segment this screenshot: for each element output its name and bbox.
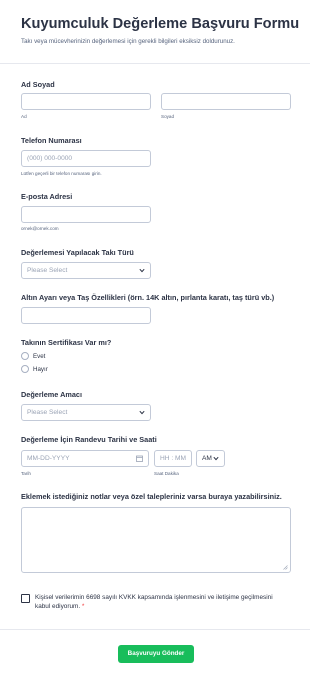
form-title: Kuyumculuk Değerleme Başvuru Formu [21, 16, 300, 32]
date-input[interactable]: MM-DD-YYYY [21, 450, 149, 467]
certificate-option-no[interactable]: Hayır [21, 365, 48, 373]
ampm-select[interactable]: AM [196, 450, 225, 467]
submit-button[interactable]: Başvuruyu Gönder [118, 645, 194, 663]
required-mark: * [81, 603, 85, 610]
last-name-input[interactable] [161, 93, 291, 110]
gold-details-label: Altın Ayarı veya Taş Özellikleri (örn. 1… [21, 293, 275, 302]
phone-label: Telefon Numarası [21, 136, 82, 145]
certificate-label: Takının Sertifikası Var mı? [21, 338, 112, 347]
radio-no[interactable] [21, 365, 29, 373]
radio-yes-label: Evet [33, 352, 46, 360]
purpose-select[interactable]: Please Select [21, 404, 151, 421]
email-input[interactable] [21, 206, 151, 223]
jewelry-type-selected: Please Select [27, 267, 68, 274]
chevron-down-icon [139, 268, 145, 273]
phone-input[interactable]: (000) 000-0000 [21, 150, 151, 167]
time-input[interactable]: HH : MM [154, 450, 192, 467]
certificate-option-yes[interactable]: Evet [21, 352, 45, 360]
consent-label: Kişisel verilerimin 6698 sayılı KVKK kap… [35, 594, 273, 610]
resize-handle-icon[interactable] [283, 565, 288, 570]
footer-divider [0, 629, 310, 630]
radio-no-label: Hayır [33, 365, 48, 373]
chevron-down-icon [139, 410, 145, 415]
first-name-input[interactable] [21, 93, 151, 110]
notes-label: Eklemek istediğiniz notlar veya özel tal… [21, 492, 282, 501]
first-name-sublabel: Ad [21, 114, 27, 119]
purpose-label: Değerleme Amacı [21, 390, 82, 399]
phone-hint: Lütfen geçerli bir telefon numarası giri… [21, 171, 102, 176]
purpose-selected: Please Select [27, 409, 68, 416]
last-name-sublabel: Soyad [161, 114, 175, 119]
jewelry-type-select[interactable]: Please Select [21, 262, 151, 279]
calendar-icon[interactable] [136, 455, 143, 462]
chevron-down-icon [213, 456, 219, 461]
form-header: Kuyumculuk Değerleme Başvuru Formu Takı … [0, 0, 310, 64]
name-label: Ad Soyad [21, 80, 55, 89]
form-subtitle: Takı veya mücevherinizin değerlemesi içi… [21, 38, 235, 45]
gold-details-input[interactable] [21, 307, 151, 324]
appointment-label: Değerleme İçin Randevu Tarihi ve Saati [21, 435, 157, 444]
date-sublabel: Tarih [21, 471, 31, 476]
time-sublabel: Saat Dakika [154, 471, 179, 476]
date-placeholder: MM-DD-YYYY [27, 455, 70, 462]
ampm-selected: AM [202, 455, 212, 462]
notes-textarea[interactable] [21, 507, 291, 573]
radio-yes[interactable] [21, 352, 29, 360]
jewelry-type-label: Değerlemesi Yapılacak Takı Türü [21, 248, 134, 257]
email-hint: ornek@ornek.com [21, 226, 59, 231]
email-label: E-posta Adresi [21, 192, 73, 201]
consent-text: Kişisel verilerimin 6698 sayılı KVKK kap… [35, 593, 285, 611]
consent-checkbox[interactable] [21, 594, 30, 603]
